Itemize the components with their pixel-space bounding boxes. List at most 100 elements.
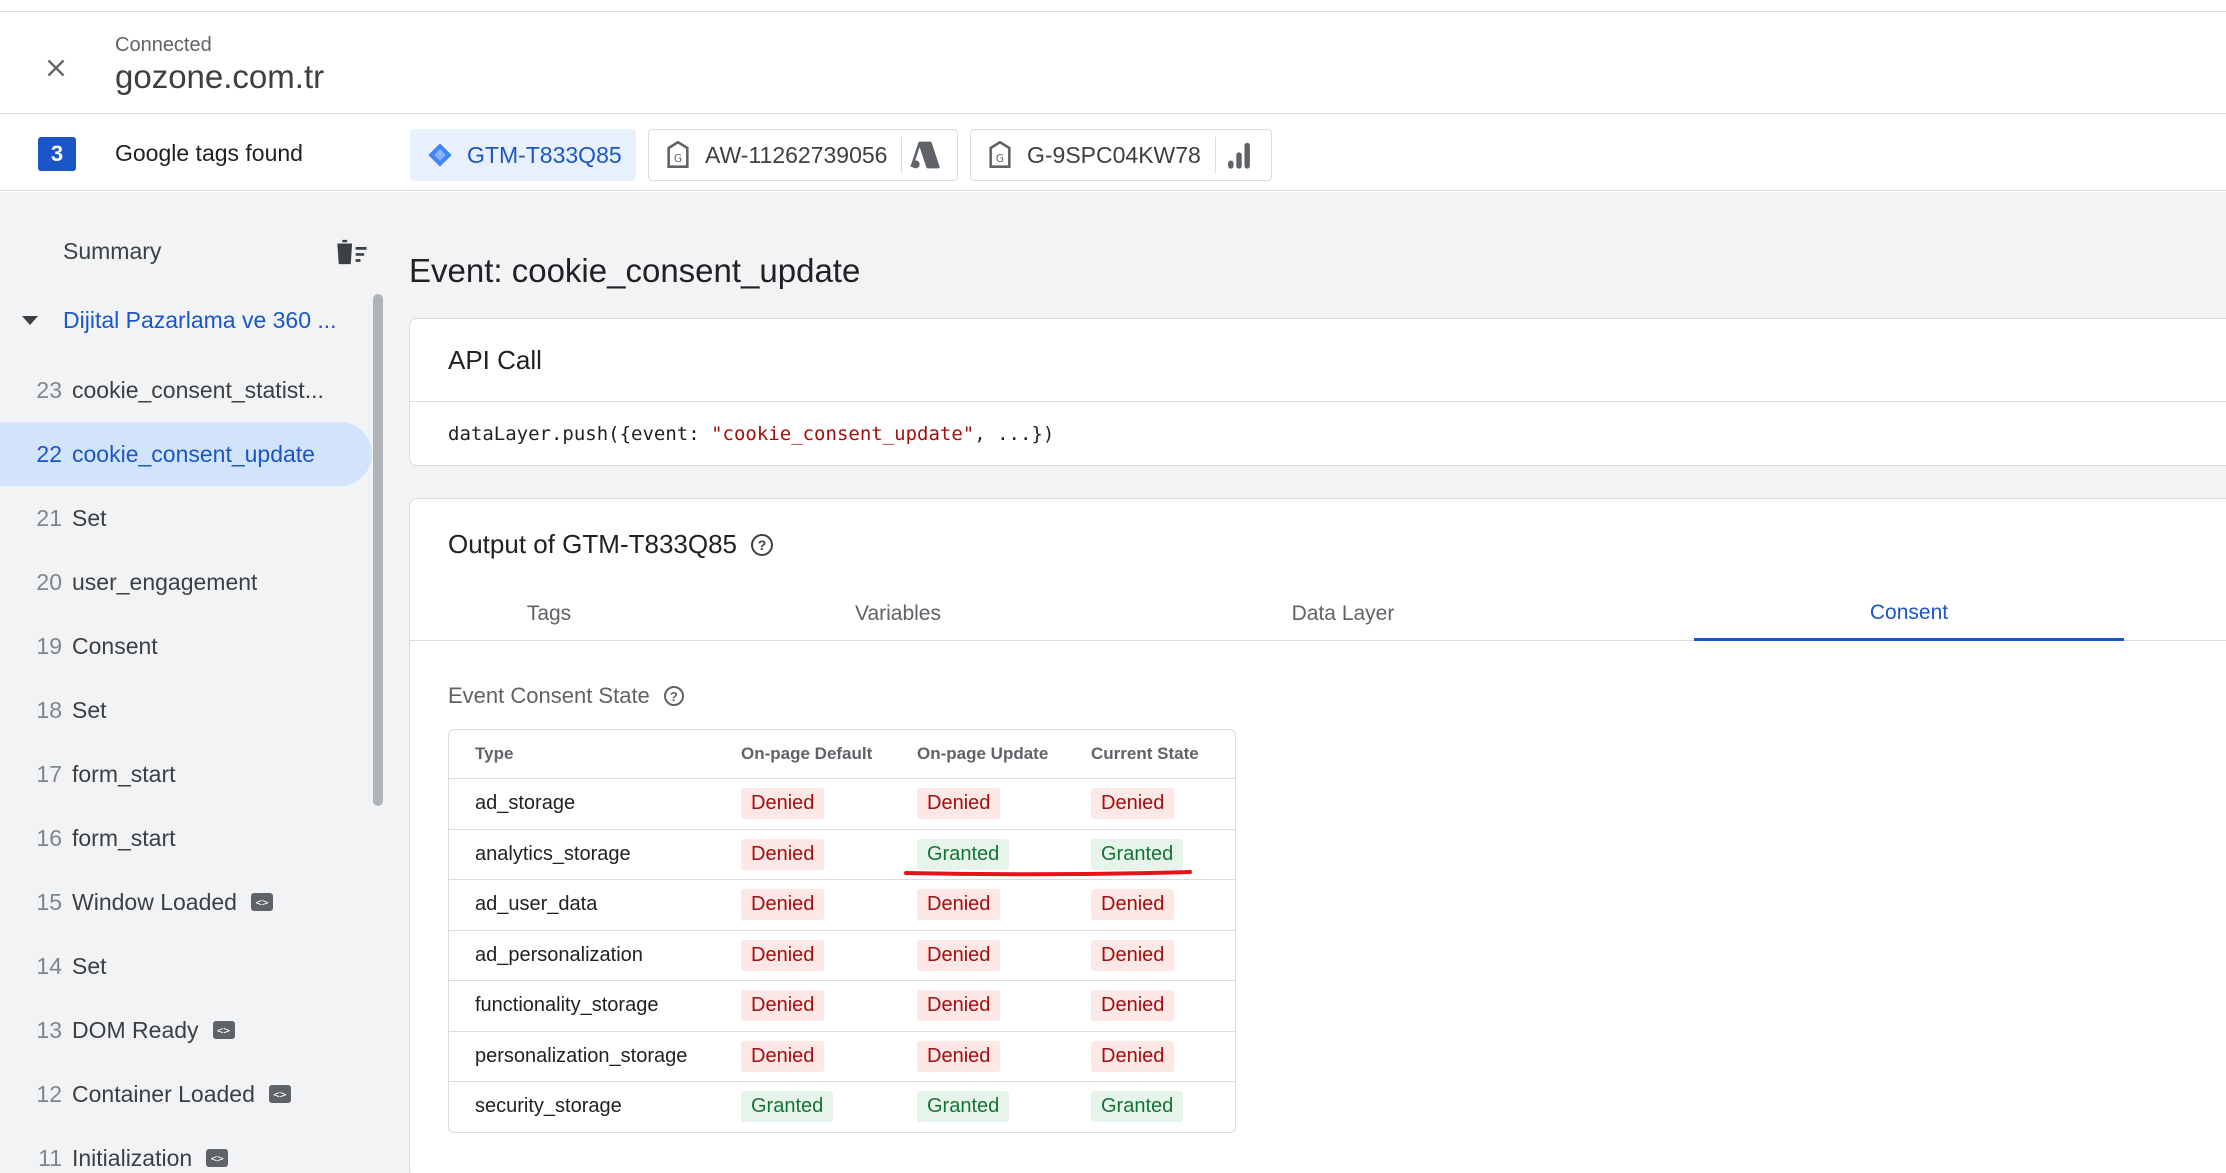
update-cell: Denied bbox=[917, 1032, 1001, 1082]
default-cell: Denied bbox=[741, 830, 825, 880]
gtm-diamond-icon bbox=[425, 140, 455, 170]
event-item[interactable]: 13 DOM Ready <> bbox=[0, 998, 372, 1062]
event-number: 19 bbox=[36, 632, 62, 659]
column-header: On-page Update bbox=[917, 744, 1049, 763]
header: Connected gozone.com.tr bbox=[0, 12, 2226, 114]
status-badge: Denied bbox=[741, 889, 825, 921]
event-item[interactable]: 12 Container Loaded <> bbox=[0, 1062, 372, 1126]
summary-link[interactable]: Summary bbox=[63, 238, 161, 265]
event-item[interactable]: 18 Set bbox=[0, 678, 372, 742]
container-name: Dijital Pazarlama ve 360 ... bbox=[63, 306, 337, 333]
event-name: Window Loaded bbox=[72, 888, 237, 915]
event-list: 23 cookie_consent_statist... 22 cookie_con… bbox=[0, 358, 372, 1173]
event-item[interactable]: 11 Initialization <> bbox=[0, 1126, 372, 1173]
output-tabs: Tags Variables Data Layer Consent bbox=[410, 587, 2226, 641]
tag-count-badge: 3 bbox=[38, 137, 76, 171]
status-badge: Denied bbox=[741, 838, 825, 870]
status-badge: Granted bbox=[741, 1091, 834, 1123]
event-number: 15 bbox=[36, 888, 62, 915]
consent-type: functionality_storage bbox=[475, 994, 659, 1017]
event-name: cookie_consent_statist... bbox=[72, 376, 324, 403]
status-badge: Granted bbox=[917, 838, 1010, 870]
default-cell: Denied bbox=[741, 779, 825, 829]
event-number: 16 bbox=[36, 824, 62, 851]
event-name: form_start bbox=[72, 760, 176, 787]
code-prefix: dataLayer.push({event: bbox=[448, 423, 712, 445]
sidebar-scrollbar[interactable] bbox=[373, 294, 383, 806]
current-cell: Granted bbox=[1091, 1082, 1184, 1132]
tab-variables[interactable]: Variables bbox=[688, 587, 1108, 641]
event-name: user_engagement bbox=[72, 568, 258, 595]
delete-sweep-icon bbox=[337, 239, 367, 265]
status-badge: Denied bbox=[1091, 889, 1175, 921]
close-icon bbox=[47, 59, 65, 77]
tab-tags[interactable]: Tags bbox=[410, 587, 688, 641]
status-badge: Denied bbox=[1091, 1040, 1175, 1072]
table-row: ad_storage Denied Denied Denied bbox=[449, 778, 1235, 829]
event-name: Consent bbox=[72, 632, 158, 659]
current-cell: Denied bbox=[1091, 1032, 1175, 1082]
code-icon: <> bbox=[250, 893, 273, 911]
code-suffix: , ...}) bbox=[974, 423, 1055, 445]
event-item[interactable]: 23 cookie_consent_statist... bbox=[0, 358, 372, 422]
event-item[interactable]: 15 Window Loaded <> bbox=[0, 870, 372, 934]
default-cell: Granted bbox=[741, 1082, 834, 1132]
event-item[interactable]: 21 Set bbox=[0, 486, 372, 550]
sidebar: Summary Dijital Pazarlama ve 360 ... 23 c… bbox=[0, 192, 386, 1173]
event-number: 22 bbox=[36, 440, 62, 467]
event-item[interactable]: 16 form_start bbox=[0, 806, 372, 870]
event-number: 21 bbox=[36, 504, 62, 531]
event-number: 17 bbox=[36, 760, 62, 787]
consent-type: ad_user_data bbox=[475, 893, 598, 916]
google-analytics-icon bbox=[1216, 135, 1262, 175]
event-name: form_start bbox=[72, 824, 176, 851]
consent-type: ad_storage bbox=[475, 792, 576, 815]
consent-state-heading-text: Event Consent State bbox=[448, 683, 650, 708]
tag-chip-aw[interactable]: G AW-11262739056 bbox=[648, 129, 958, 181]
google-ads-icon bbox=[902, 135, 948, 175]
tag-chip-gtm-label: GTM-T833Q85 bbox=[467, 141, 622, 168]
table-row: ad_user_data Denied Denied Denied bbox=[449, 879, 1235, 930]
current-cell: Denied bbox=[1091, 880, 1175, 930]
tag-bar: 3 Google tags found GTM-T833Q85 G AW-112… bbox=[0, 115, 2226, 191]
event-number: 13 bbox=[36, 1016, 62, 1043]
table-row: personalization_storage Denied Denied De… bbox=[449, 1030, 1235, 1082]
help-icon[interactable]: ? bbox=[663, 686, 684, 706]
close-button[interactable] bbox=[36, 48, 76, 88]
clear-messages-button[interactable] bbox=[332, 232, 372, 272]
tag-chip-aw-label: AW-11262739056 bbox=[705, 141, 888, 168]
status-badge: Denied bbox=[917, 939, 1001, 971]
default-cell: Denied bbox=[741, 931, 825, 981]
update-cell: Denied bbox=[917, 931, 1001, 981]
event-item-selected[interactable]: 22 cookie_consent_update bbox=[0, 422, 372, 486]
status-badge: Denied bbox=[741, 939, 825, 971]
event-item[interactable]: 20 user_engagement bbox=[0, 550, 372, 614]
tag-chip-ga4[interactable]: G G-9SPC04KW78 bbox=[970, 129, 1272, 181]
event-number: 23 bbox=[36, 376, 62, 403]
default-cell: Denied bbox=[741, 981, 825, 1031]
table-row: functionality_storage Denied Denied Deni… bbox=[449, 980, 1235, 1031]
svg-text:G: G bbox=[674, 153, 682, 165]
tags-found-label: Google tags found bbox=[115, 140, 303, 166]
status-badge: Denied bbox=[741, 990, 825, 1022]
event-name: Container Loaded bbox=[72, 1080, 255, 1107]
event-item[interactable]: 19 Consent bbox=[0, 614, 372, 678]
code-icon: <> bbox=[206, 1149, 229, 1167]
event-title: Event: cookie_consent_update bbox=[409, 252, 861, 289]
tab-consent[interactable]: Consent bbox=[1694, 587, 2124, 641]
svg-text:G: G bbox=[996, 153, 1004, 165]
event-item[interactable]: 17 form_start bbox=[0, 742, 372, 806]
tab-data-layer[interactable]: Data Layer bbox=[1108, 587, 1578, 641]
default-cell: Denied bbox=[741, 880, 825, 930]
code-icon: <> bbox=[212, 1021, 235, 1039]
consent-type: ad_personalization bbox=[475, 943, 643, 966]
event-item[interactable]: 14 Set bbox=[0, 934, 372, 998]
status-badge: Denied bbox=[741, 1040, 825, 1072]
consent-type: analytics_storage bbox=[475, 842, 631, 865]
help-icon[interactable]: ? bbox=[751, 533, 774, 556]
tag-chip-gtm[interactable]: GTM-T833Q85 bbox=[410, 129, 636, 181]
status-badge: Denied bbox=[917, 1040, 1001, 1072]
container-item[interactable]: Dijital Pazarlama ve 360 ... bbox=[0, 292, 370, 348]
output-heading-text: Output of GTM-T833Q85 bbox=[448, 529, 738, 559]
status-badge: Denied bbox=[1091, 990, 1175, 1022]
